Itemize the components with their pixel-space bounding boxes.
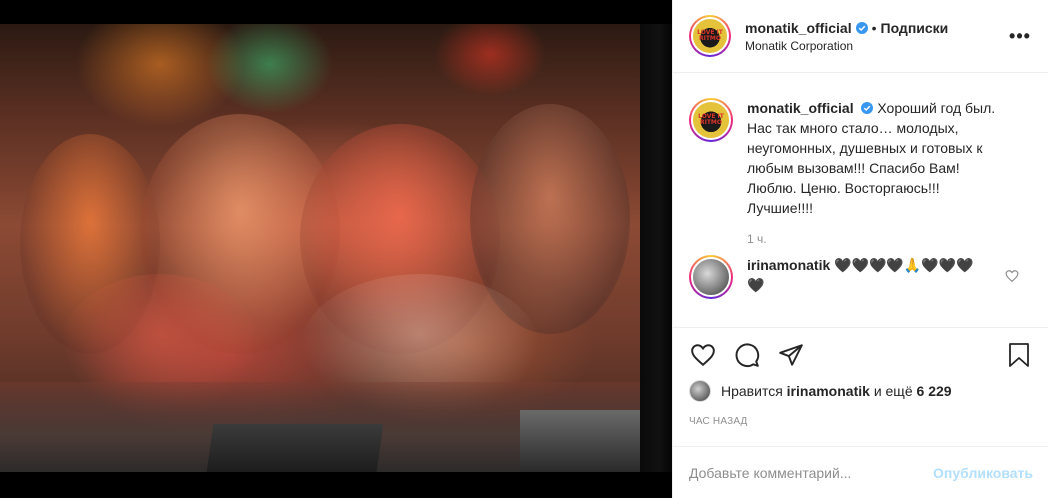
post-media[interactable] bbox=[0, 0, 672, 498]
add-comment-bar: Опубликовать bbox=[673, 446, 1048, 498]
caption-avatar[interactable]: LOVE IT RITMO bbox=[689, 98, 733, 142]
avatar-logo: LOVE IT RITMO bbox=[697, 29, 723, 42]
caption-time[interactable]: 1 ч. bbox=[747, 232, 1033, 246]
liker-avatar[interactable] bbox=[689, 380, 711, 402]
author-subtitle[interactable]: Monatik Corporation bbox=[745, 39, 1008, 53]
post-timestamp[interactable]: Час назад bbox=[689, 416, 1033, 427]
likes-count[interactable]: 6 229 bbox=[917, 383, 952, 399]
author-username[interactable]: monatik_official bbox=[745, 20, 852, 36]
comment-input[interactable] bbox=[689, 464, 934, 481]
header-separator: • bbox=[871, 19, 877, 36]
caption-text: Хороший год был. Нас так много стало… мо… bbox=[747, 100, 996, 216]
avatar-logo: LOVE IT RITMO bbox=[698, 113, 724, 126]
likes-line: Нравится irinamonatik и ещё 6 229 bbox=[689, 380, 1033, 402]
comment-icon[interactable] bbox=[733, 341, 761, 369]
comment-like-icon[interactable] bbox=[1005, 269, 1019, 283]
comments-section: LOVE IT RITMO monatik_official Хороший г… bbox=[673, 74, 1048, 327]
actions-section: Нравится irinamonatik и ещё 6 229 Час на… bbox=[673, 327, 1048, 427]
author-avatar[interactable]: LOVE IT RITMO bbox=[689, 15, 731, 57]
commenter-username[interactable]: irinamonatik bbox=[747, 257, 830, 273]
share-icon[interactable] bbox=[777, 341, 805, 369]
more-icon[interactable]: ••• bbox=[1008, 24, 1032, 48]
likes-and-more: и ещё bbox=[873, 383, 913, 399]
following-button[interactable]: Подписки bbox=[881, 20, 949, 36]
post-sidebar: LOVE IT RITMO monatik_official • Подписк… bbox=[672, 0, 1048, 498]
comment-item: irinamonatik 🖤🖤🖤🖤🙏🖤🖤🖤🖤 bbox=[689, 255, 1033, 299]
photo-speaker-left bbox=[206, 424, 384, 472]
instagram-post: LOVE IT RITMO monatik_official • Подписк… bbox=[0, 0, 1048, 498]
verified-icon bbox=[861, 102, 874, 114]
caption-username[interactable]: monatik_official bbox=[747, 100, 854, 116]
verified-icon bbox=[855, 21, 868, 34]
post-header: LOVE IT RITMO monatik_official • Подписк… bbox=[673, 0, 1048, 73]
photo-speaker-right bbox=[520, 410, 640, 472]
bookmark-icon[interactable] bbox=[1005, 341, 1033, 369]
likes-prefix: Нравится bbox=[721, 383, 783, 399]
heart-icon[interactable] bbox=[689, 341, 717, 369]
publish-button[interactable]: Опубликовать bbox=[933, 465, 1033, 481]
commenter-avatar[interactable] bbox=[689, 255, 733, 299]
action-bar bbox=[689, 340, 1033, 370]
liker-username[interactable]: irinamonatik bbox=[787, 383, 870, 399]
post-photo[interactable] bbox=[0, 24, 640, 472]
media-edge bbox=[640, 24, 672, 472]
caption: LOVE IT RITMO monatik_official Хороший г… bbox=[689, 98, 1033, 218]
